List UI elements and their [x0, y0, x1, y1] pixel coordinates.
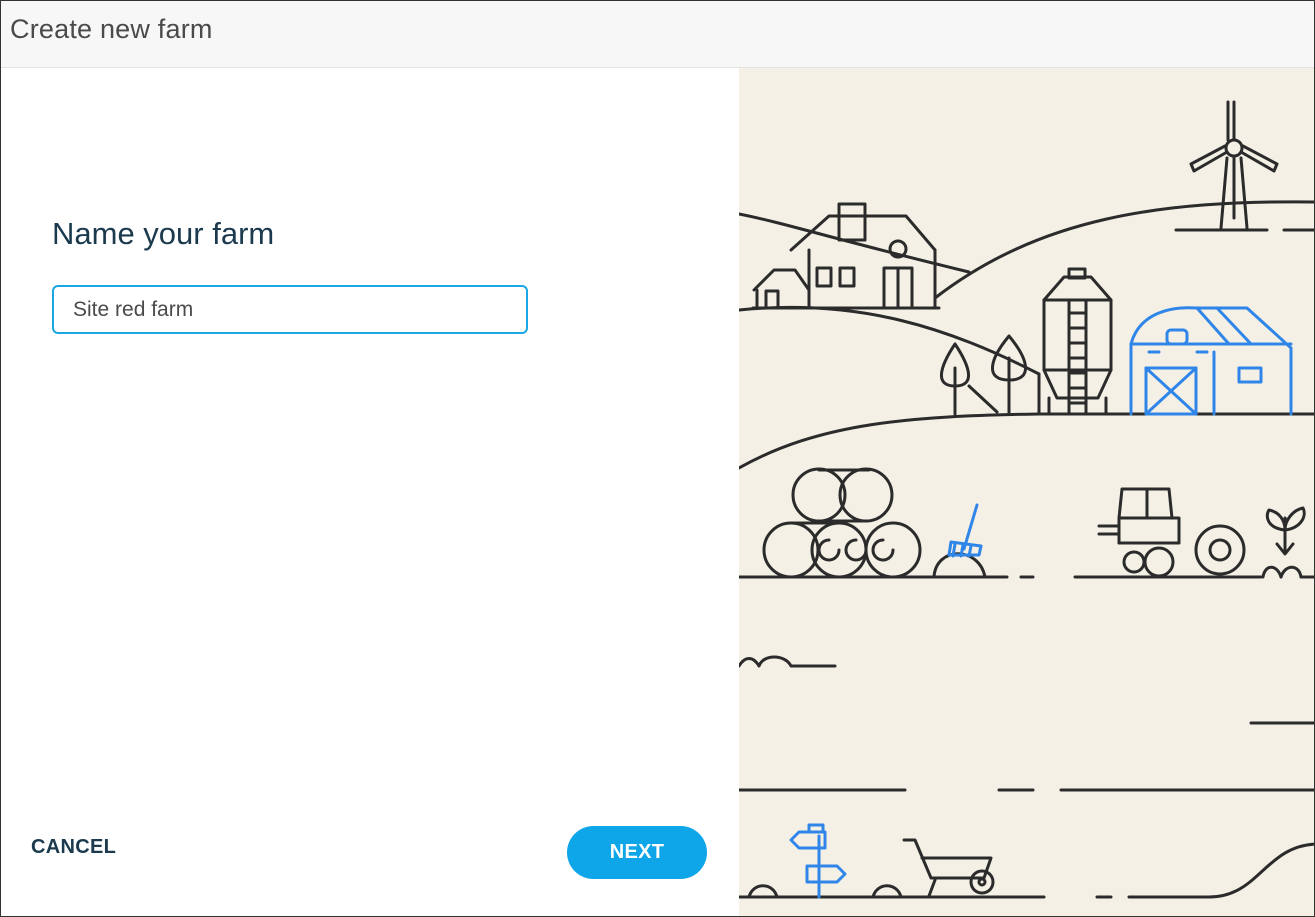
next-button[interactable]: NEXT: [567, 826, 707, 879]
window-title: Create new farm: [10, 14, 213, 44]
form-pane: Name your farm CANCEL NEXT: [1, 68, 739, 916]
cancel-button[interactable]: CANCEL: [23, 832, 124, 863]
title-bar: Create new farm: [1, 1, 1314, 68]
farm-name-input[interactable]: [52, 285, 528, 334]
dialog-window: Create new farm Name your farm CANCEL NE…: [0, 0, 1315, 917]
form-heading: Name your farm: [52, 216, 275, 251]
farm-illustration: [739, 68, 1314, 916]
